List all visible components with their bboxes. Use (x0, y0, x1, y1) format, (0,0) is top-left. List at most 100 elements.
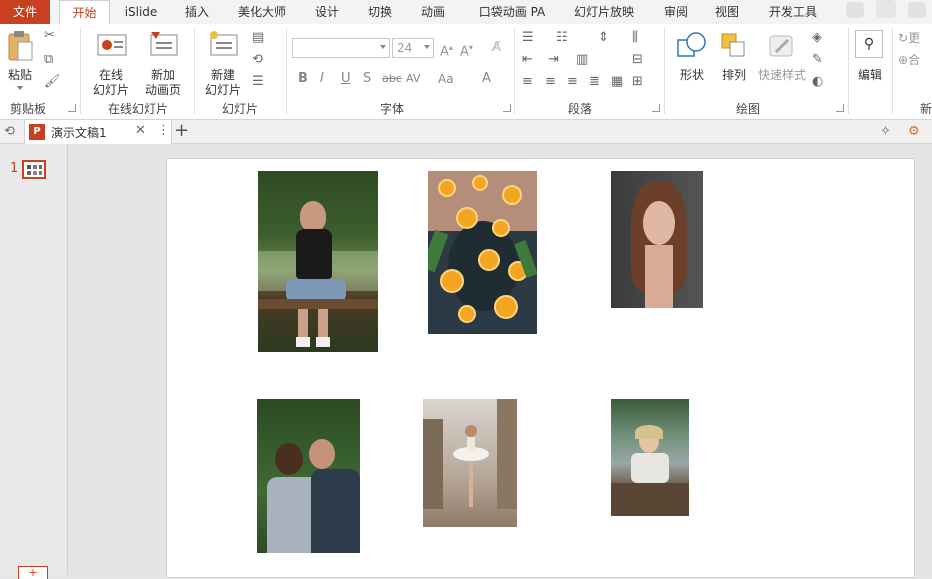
tab-home[interactable]: 开始 (59, 0, 110, 24)
magic-wand-icon[interactable]: ✧ (880, 124, 891, 140)
change-case-icon[interactable]: Aa (438, 71, 454, 87)
strikethrough-icon[interactable]: abc (382, 71, 402, 87)
char-spacing-icon[interactable]: AV (406, 71, 420, 87)
shape-outline-icon[interactable]: ✎ (812, 52, 823, 68)
tab-beautify-master[interactable]: 美化大师 (230, 0, 294, 24)
justify-icon[interactable]: ≣ (589, 74, 600, 90)
font-size-value: 24 (397, 41, 413, 55)
font-launcher-icon[interactable] (503, 104, 511, 112)
more-update-button[interactable]: ↻更 (898, 30, 920, 46)
tab-animations[interactable]: 动画 (411, 0, 455, 24)
photo-orange-bath[interactable] (428, 171, 537, 334)
add-tab-icon[interactable]: + (174, 121, 189, 141)
more-merge-button[interactable]: ⊕合 (898, 52, 920, 68)
quick-style-icon (769, 35, 793, 57)
shape-button[interactable]: 形状 (672, 28, 712, 98)
tab-view[interactable]: 视图 (707, 0, 747, 24)
new-slide-button[interactable]: 新建 幻灯片 (198, 28, 248, 98)
italic-icon[interactable]: I (320, 71, 324, 87)
line-spacing-icon[interactable]: ⇕ (598, 30, 609, 46)
layout-icon[interactable]: ▤ (252, 30, 264, 46)
arrange-icon (721, 33, 745, 57)
separator (892, 28, 893, 114)
tab-developer[interactable]: 开发工具 (760, 0, 826, 24)
chevron-down-icon (424, 45, 430, 49)
bold-icon[interactable]: B (298, 71, 308, 87)
bullets-icon[interactable]: ☰ (522, 30, 534, 46)
font-size-select[interactable]: 24 (392, 38, 434, 58)
grow-font-icon[interactable]: A▴ (440, 40, 453, 60)
group-label-clipboard: 剪贴板 (10, 102, 47, 116)
decor-icon (908, 2, 926, 18)
slide-thumbnail[interactable] (22, 160, 46, 179)
drawing-launcher-icon[interactable] (836, 104, 844, 112)
tab-islide[interactable]: iSlide (115, 0, 167, 24)
font-color-icon[interactable]: A (482, 71, 491, 87)
shape-label: 形状 (679, 68, 704, 82)
format-painter-icon[interactable]: 🖌 (44, 74, 61, 90)
tab-transitions[interactable]: 切换 (358, 0, 402, 24)
separator (194, 28, 195, 114)
numbering-icon[interactable]: ☷ (556, 30, 568, 46)
align-center-icon[interactable]: ≡ (545, 74, 556, 90)
cut-icon[interactable]: ✂ (44, 28, 55, 44)
copy-icon[interactable]: ⧉ (44, 52, 53, 68)
slide-thumbnail-panel: 1 + (0, 144, 68, 579)
photo-woman-dock[interactable] (611, 399, 689, 516)
clipboard-launcher-icon[interactable] (68, 104, 76, 112)
decor-icon (846, 2, 864, 18)
font-name-select[interactable] (292, 38, 390, 58)
tab-insert[interactable]: 插入 (173, 0, 221, 24)
slide[interactable] (166, 158, 915, 578)
underline-icon[interactable]: U (341, 71, 351, 87)
online-slide-button[interactable]: 在线 幻灯片 (86, 28, 136, 98)
shrink-font-icon[interactable]: A▾ (460, 40, 473, 60)
tab-file[interactable]: 文件 (0, 0, 50, 24)
section-icon[interactable]: ☰ (252, 74, 264, 90)
photo-couple[interactable] (257, 399, 360, 553)
shape-fill-icon[interactable]: ◈ (812, 30, 822, 46)
tab-slideshow[interactable]: 幻灯片放映 (566, 0, 642, 24)
close-icon[interactable]: ✕ (135, 123, 146, 138)
increase-indent-icon[interactable]: ⇥ (548, 52, 559, 68)
photo-woman-sitting[interactable] (258, 171, 378, 352)
new-anim-page-label: 新加 动画页 (144, 68, 181, 97)
shape-effects-icon[interactable]: ◐ (812, 74, 823, 90)
tab-pocket-animation[interactable]: 口袋动画 PA (470, 0, 554, 24)
add-slide-icon[interactable]: + (18, 566, 48, 579)
distribute-icon[interactable]: ▦ (611, 74, 623, 90)
tab-design[interactable]: 设计 (305, 0, 349, 24)
align-text-icon[interactable]: ⊟ (632, 52, 643, 68)
align-right-icon[interactable]: ≡ (567, 74, 578, 90)
navigation-icon[interactable]: ⟲ (4, 124, 15, 140)
paragraph-launcher-icon[interactable] (652, 104, 660, 112)
slide-number: 1 (10, 161, 19, 176)
document-tab[interactable]: P 演示文稿1 ✕ ⋮ (24, 120, 172, 144)
group-label-drawing: 绘图 (736, 102, 761, 116)
photo-ballerina[interactable] (423, 399, 517, 527)
arrange-label: 排列 (721, 68, 746, 82)
smartart-icon[interactable]: ⊞ (632, 74, 643, 90)
photo-portrait-woman[interactable] (611, 171, 703, 308)
reset-icon[interactable]: ⟲ (252, 52, 263, 68)
group-label-slides: 幻灯片 (222, 102, 259, 116)
align-left-icon[interactable]: ≡ (522, 74, 533, 90)
quick-style-label: 快速样式 (757, 68, 806, 82)
online-slide-label: 在线 幻灯片 (92, 68, 129, 97)
quick-style-button[interactable]: 快速样式 (754, 28, 810, 98)
more-options-icon[interactable]: ⋮ (157, 123, 170, 138)
text-direction-icon[interactable]: ⫼ (632, 30, 638, 46)
new-anim-page-button[interactable]: 新加 动画页 (138, 28, 188, 98)
ribbon-tab-bar: 文件 开始 iSlide 插入 美化大师 设计 切换 动画 口袋动画 PA 幻灯… (0, 0, 932, 24)
shadow-icon[interactable]: S (363, 71, 371, 87)
columns-icon[interactable]: ▥ (576, 52, 588, 68)
paste-button[interactable]: 粘贴 (4, 28, 36, 94)
decrease-indent-icon[interactable]: ⇤ (522, 52, 533, 68)
edit-button[interactable]: ⚲ 编辑 (853, 28, 887, 98)
group-label-paragraph: 段落 (568, 102, 593, 116)
gear-icon[interactable]: ⚙ (908, 124, 920, 140)
tab-review[interactable]: 审阅 (656, 0, 696, 24)
separator (286, 28, 287, 114)
arrange-button[interactable]: 排列 (714, 28, 754, 98)
clear-format-icon[interactable]: A̸ (492, 40, 501, 56)
